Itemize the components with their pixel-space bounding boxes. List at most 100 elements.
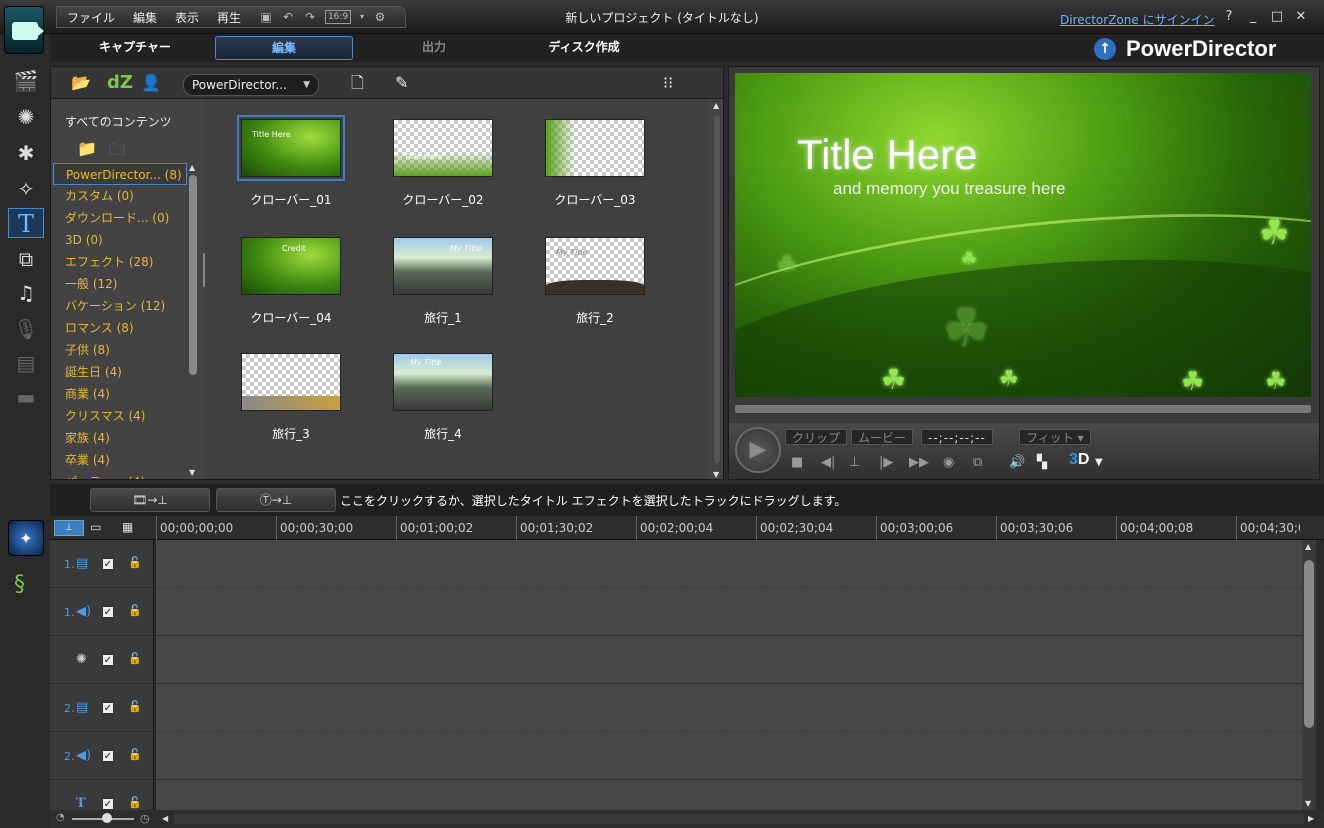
new-title-icon[interactable]: 🗋 [351,73,364,93]
template-tile[interactable]: My Title 旅行_4 [391,353,495,442]
media-room-icon[interactable]: 🎬 [8,66,44,96]
title-room-icon[interactable]: T [8,208,44,238]
volume-icon[interactable]: 🔊 [1009,455,1025,470]
gear-icon[interactable]: ⚙ [373,10,387,24]
timecode-display[interactable]: --;--;--;-- [921,429,993,445]
sort-view-icon[interactable]: ⁝⁝ [663,73,673,93]
chapter-room-icon[interactable]: ▤ [8,348,44,378]
category-item[interactable]: クリスマス (4) [53,405,187,427]
voiceover-room-icon[interactable]: 🎙 [8,314,44,344]
scroll-down-icon[interactable]: ▼ [713,470,719,479]
zoom-out-icon[interactable]: ◔ [56,812,65,823]
library-scrollbar[interactable]: ▲ ▼ [711,101,723,479]
category-item[interactable]: ロマンス (8) [53,317,187,339]
category-item[interactable]: 商業 (4) [53,383,187,405]
category-item[interactable]: エフェクト (28) [53,251,187,273]
split-icon[interactable]: ⊥ [849,455,860,470]
help-button[interactable]: ? [1220,9,1238,24]
category-item[interactable]: ダウンロード... (0) [53,207,187,229]
user-icon[interactable]: 👤 [141,73,161,93]
modify-title-icon[interactable]: ✎ [395,73,408,93]
preview-window-icon[interactable]: ⧉ [973,455,982,470]
menu-playback[interactable]: 再生 [217,9,241,26]
track-enable-checkbox[interactable]: ✓ [102,606,114,618]
template-tile[interactable]: 旅行_3 [239,353,343,442]
category-item[interactable]: カスタム (0) [53,185,187,207]
unlock-icon[interactable]: 🔓 [128,748,142,761]
track-audio-1[interactable] [156,588,1302,636]
zoom-in-icon[interactable]: ◷ [140,812,150,825]
directorzone-icon[interactable]: dZ [107,73,133,93]
directorzone-signin-link[interactable]: DirectorZone にサインイン [1060,11,1215,28]
preview-subtitle-text[interactable]: and memory you treasure here [833,179,1065,199]
menu-file[interactable]: ファイル [67,9,115,26]
track-header-effect[interactable]: ✺ ✓ 🔓 [50,636,153,684]
3d-dropdown-icon[interactable]: ▼ [1095,457,1103,468]
save-icon[interactable]: ▣ [259,10,273,24]
add-to-video-track-button[interactable]: 🎞→⊥ [90,488,210,512]
scroll-down-icon[interactable]: ▼ [1305,799,1311,808]
new-tag-icon[interactable]: 📁 [77,139,97,158]
pip-room-icon[interactable]: ✱ [8,138,44,168]
particle-room-icon[interactable]: ✧ [8,174,44,204]
menu-edit[interactable]: 編集 [133,9,157,26]
track-header-video-1[interactable]: 1. ▤ ✓ 🔓 [50,540,153,588]
scroll-right-icon[interactable]: ▶ [1308,814,1314,823]
next-frame-icon[interactable]: |▶ [879,455,893,470]
template-tile[interactable]: Credit クローバー_04 [239,237,343,326]
track-title[interactable] [156,780,1302,810]
unlock-icon[interactable]: 🔓 [128,652,142,665]
track-enable-checkbox[interactable]: ✓ [102,702,114,714]
previous-frame-icon[interactable]: ◀| [821,455,835,470]
audio-mixing-room-icon[interactable]: ♫ [8,278,44,308]
play-button[interactable]: ▶ [735,427,781,473]
track-header-title[interactable]: T ✓ 🔓 [50,780,153,810]
clip-mode-tab[interactable]: クリップ [785,429,848,445]
scroll-up-icon[interactable]: ▲ [1305,542,1311,551]
aspect-ratio-button[interactable]: 16:9 [325,10,352,24]
track-effect[interactable] [156,636,1302,684]
template-tile[interactable]: My Title 旅行_1 [391,237,495,326]
track-video-1[interactable] [156,540,1302,588]
category-item[interactable]: 誕生日 (4) [53,361,187,383]
category-item[interactable]: パーティー (4) [53,471,187,479]
track-header-audio-1[interactable]: 1. ◀) ✓ 🔓 [50,588,153,636]
redo-icon[interactable]: ↷ [303,10,317,24]
close-button[interactable]: ✕ [1292,9,1310,24]
category-item[interactable]: 3D (0) [53,229,187,251]
upgrade-icon[interactable]: ↑ [1094,38,1116,60]
track-enable-checkbox[interactable]: ✓ [102,798,114,810]
fast-forward-icon[interactable]: ▶▶ [909,455,929,470]
unlock-icon[interactable]: 🔓 [128,796,142,809]
preview-title-text[interactable]: Title Here [797,131,978,179]
3d-mode-button[interactable]: 3D [1069,451,1089,469]
category-item[interactable]: 卒業 (4) [53,449,187,471]
library-filter-dropdown[interactable]: PowerDirector... ▼ [183,74,319,96]
movie-mode-tab[interactable]: ムービー [851,429,914,445]
template-tile[interactable]: My Title 旅行_2 [543,237,647,326]
template-tile[interactable]: クローバー_03 [543,119,647,208]
unlock-icon[interactable]: 🔓 [128,604,142,617]
category-item[interactable]: 家族 (4) [53,427,187,449]
undo-icon[interactable]: ↶ [281,10,295,24]
track-enable-checkbox[interactable]: ✓ [102,654,114,666]
menu-view[interactable]: 表示 [175,9,199,26]
category-item[interactable]: バケーション (12) [53,295,187,317]
tab-produce[interactable]: 出力 [365,36,503,60]
scroll-up-icon[interactable]: ▲ [189,163,195,172]
category-scrollbar[interactable]: ▲ ▼ [187,163,199,477]
category-item[interactable]: PowerDirector... (8) [53,163,187,185]
tab-capture[interactable]: キャプチャー [66,36,204,60]
aspect-dropdown-icon[interactable]: ▾ [359,10,365,24]
scroll-left-icon[interactable]: ◀ [162,814,168,823]
track-audio-2[interactable] [156,732,1302,780]
timeline-view-button[interactable]: ⊥ [54,520,84,536]
tab-edit[interactable]: 編集 [215,36,353,60]
category-item[interactable]: 一般 (12) [53,273,187,295]
track-enable-checkbox[interactable]: ✓ [102,750,114,762]
track-video-2[interactable] [156,684,1302,732]
timeline-horizontal-scrollbar[interactable] [174,814,1304,824]
scroll-thumb[interactable] [189,175,197,375]
display-settings-icon[interactable]: ▚ [1037,455,1047,470]
import-folder-icon[interactable]: 📂 [71,73,91,93]
